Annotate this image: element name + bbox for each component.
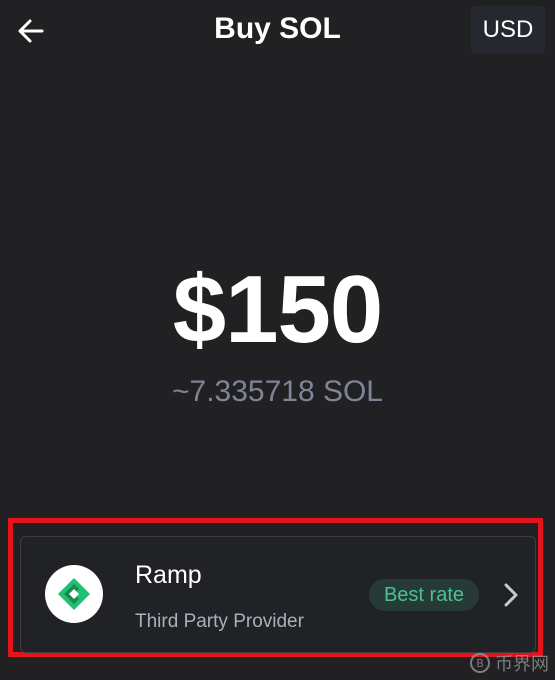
- best-rate-badge: Best rate: [369, 579, 479, 611]
- header: Buy SOL USD: [0, 0, 555, 64]
- svg-text:B: B: [476, 657, 484, 670]
- ramp-logo-icon: [45, 565, 103, 623]
- watermark: B 币界网: [469, 650, 549, 676]
- chevron-right-icon: [504, 583, 518, 607]
- watermark-logo-icon: B: [470, 653, 490, 673]
- fiat-amount[interactable]: $150: [0, 255, 555, 365]
- provider-option-ramp[interactable]: Ramp Third Party Provider Best rate: [20, 536, 536, 653]
- crypto-amount: ~7.335718 SOL: [171, 375, 383, 408]
- amount-display: $150 ~7.335718 SOL: [0, 255, 555, 409]
- currency-selector-button[interactable]: USD: [471, 6, 545, 54]
- provider-subtitle: Third Party Provider: [135, 611, 304, 632]
- buy-sol-screen: Buy SOL USD $150 ~7.335718 SOL Ramp Thir…: [0, 0, 555, 680]
- watermark-text: 币界网: [495, 654, 549, 674]
- provider-name: Ramp: [135, 561, 202, 589]
